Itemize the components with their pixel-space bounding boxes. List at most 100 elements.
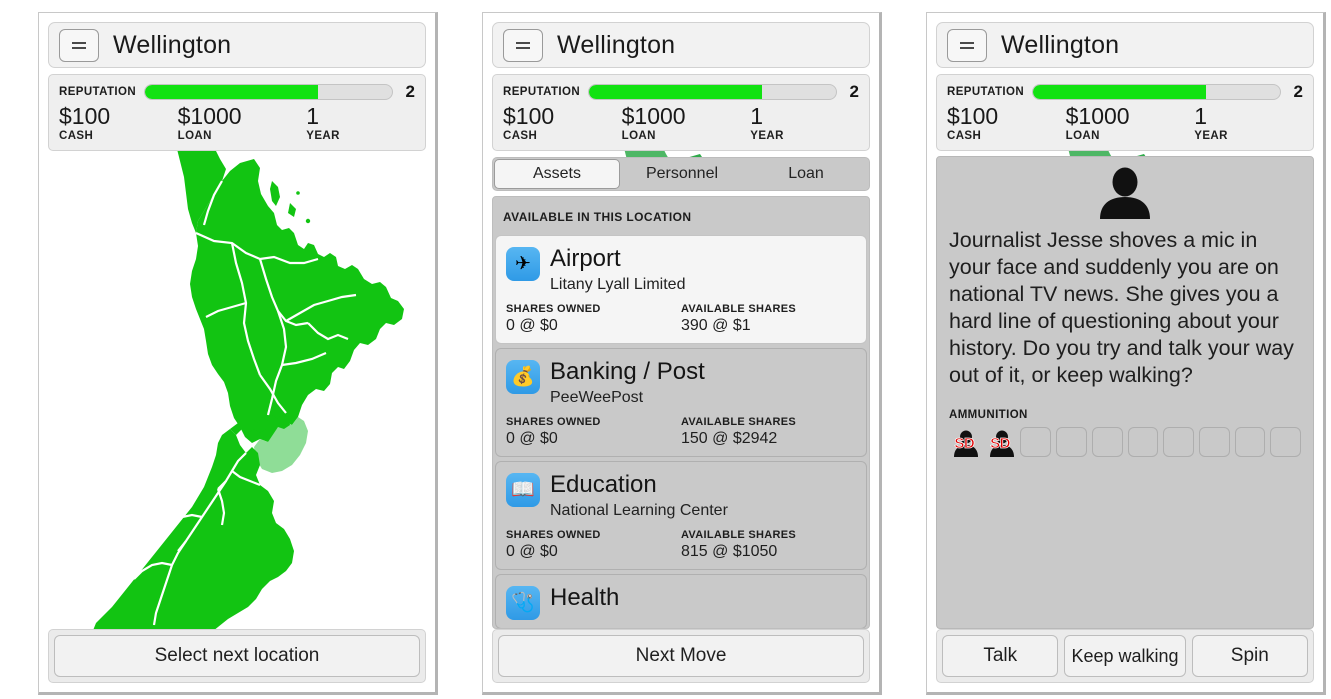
available-shares-label: AVAILABLE SHARES xyxy=(681,303,797,315)
assets-list[interactable]: AVAILABLE IN THIS LOCATION ✈ Airport Lit… xyxy=(492,196,870,629)
ammo-slot-filled[interactable]: SD xyxy=(949,427,980,457)
shares-owned-col: SHARES OWNED 0 @ $0 xyxy=(506,416,681,448)
asset-header: ✈ Airport Litany Lyall Limited xyxy=(506,244,856,296)
asset-card-airport[interactable]: ✈ Airport Litany Lyall Limited SHARES OW… xyxy=(495,235,867,344)
stat-columns: $100 CASH $1000 LOAN 1 YEAR xyxy=(503,103,859,142)
shares-owned-col: SHARES OWNED 0 @ $0 xyxy=(506,303,681,335)
education-glyph: 📖 xyxy=(511,479,535,501)
banking-post-glyph: 💰 xyxy=(511,366,535,388)
reputation-progress-fill xyxy=(1033,84,1206,99)
ammo-slot-empty[interactable] xyxy=(1234,427,1266,457)
reputation-progress-track xyxy=(144,83,393,100)
tab-assets[interactable]: Assets xyxy=(494,159,620,189)
ammo-slot-empty[interactable] xyxy=(1020,427,1052,457)
title-bar-screen3: Wellington xyxy=(936,22,1314,68)
select-next-location-button[interactable]: Select next location xyxy=(54,635,420,677)
avatar-wrap xyxy=(949,167,1301,219)
shares-row: SHARES OWNED 0 @ $0 AVAILABLE SHARES 390… xyxy=(506,303,856,335)
airport-icon: ✈ xyxy=(506,247,540,281)
loan-label: LOAN xyxy=(1065,130,1100,142)
available-shares-label: AVAILABLE SHARES xyxy=(681,529,797,541)
cash-value: $100 xyxy=(59,103,111,129)
reputation-progress-fill xyxy=(589,84,762,99)
available-shares-col: AVAILABLE SHARES 150 @ $2942 xyxy=(681,416,856,448)
reputation-label: REPUTATION xyxy=(503,85,581,98)
three-screen-layout: Wellington REPUTATION 2 $100 CASH $1000 … xyxy=(0,0,1331,699)
ammo-slot-empty[interactable] xyxy=(1198,427,1230,457)
new-zealand-map[interactable] xyxy=(39,151,435,629)
stat-year: 1 YEAR xyxy=(740,103,859,142)
event-panel: Journalist Jesse shoves a mic in your fa… xyxy=(936,156,1314,629)
ammo-slot-filled[interactable]: SD xyxy=(985,427,1016,457)
ammo-slot-empty[interactable] xyxy=(1091,427,1123,457)
airport-glyph: ✈ xyxy=(515,253,531,275)
health-glyph: 🩺 xyxy=(511,592,535,614)
ammo-badge: SD xyxy=(954,435,975,453)
reputation-value: 2 xyxy=(1293,81,1303,101)
tab-personnel[interactable]: Personnel xyxy=(620,159,744,189)
asset-names: Banking / Post PeeWeePost xyxy=(550,357,856,409)
page-title: Wellington xyxy=(113,30,232,59)
stats-bar-screen3: REPUTATION 2 $100 CASH $1000 LOAN 1 YEAR xyxy=(936,74,1314,151)
hamburger-icon[interactable] xyxy=(59,28,99,62)
available-shares-col: AVAILABLE SHARES 815 @ $1050 xyxy=(681,529,856,561)
asset-company: PeeWeePost xyxy=(550,389,644,406)
loan-value: $1000 xyxy=(621,103,686,129)
reputation-progress-track xyxy=(588,83,837,100)
spin-button[interactable]: Spin xyxy=(1191,635,1309,677)
year-label: YEAR xyxy=(306,130,340,142)
tab-loan[interactable]: Loan xyxy=(744,159,868,189)
asset-names: Education National Learning Center xyxy=(550,470,856,522)
shares-owned-label: SHARES OWNED xyxy=(506,416,601,428)
asset-card-banking-post[interactable]: 💰 Banking / Post PeeWeePost SHARES OWNED… xyxy=(495,348,867,457)
reputation-row: REPUTATION 2 xyxy=(59,82,415,101)
stat-loan: $1000 LOAN xyxy=(1066,103,1185,142)
asset-names: Health xyxy=(550,583,856,612)
reputation-label: REPUTATION xyxy=(59,85,137,98)
hamburger-icon[interactable] xyxy=(947,28,987,62)
reputation-row: REPUTATION 2 xyxy=(947,82,1303,101)
shares-owned-label: SHARES OWNED xyxy=(506,529,601,541)
reputation-label: REPUTATION xyxy=(947,85,1025,98)
reputation-progress-track xyxy=(1032,83,1281,100)
year-value: 1 xyxy=(306,103,320,129)
asset-title: Airport xyxy=(550,245,621,272)
stat-loan: $1000 LOAN xyxy=(622,103,741,142)
map-svg xyxy=(93,151,404,629)
cash-value: $100 xyxy=(947,103,999,129)
page-title: Wellington xyxy=(557,30,676,59)
stat-cash: $100 CASH xyxy=(503,103,622,142)
asset-card-education[interactable]: 📖 Education National Learning Center SHA… xyxy=(495,461,867,570)
action-bar-screen3: Talk Keep walking Spin xyxy=(936,629,1314,683)
section-header: AVAILABLE IN THIS LOCATION xyxy=(503,210,692,224)
title-bar-screen1: Wellington xyxy=(48,22,426,68)
cash-value: $100 xyxy=(503,103,555,129)
keep-walking-button[interactable]: Keep walking xyxy=(1064,635,1186,677)
talk-button[interactable]: Talk xyxy=(942,635,1059,677)
event-description: Journalist Jesse shoves a mic in your fa… xyxy=(949,228,1294,387)
ammo-slot-empty[interactable] xyxy=(1163,427,1194,457)
stats-bar-screen1: REPUTATION 2 $100 CASH $1000 LOAN 1 YEAR xyxy=(48,74,426,151)
ammo-slot-empty[interactable] xyxy=(1056,427,1087,457)
year-value: 1 xyxy=(750,103,764,129)
asset-header: 💰 Banking / Post PeeWeePost xyxy=(506,357,856,409)
asset-card-health[interactable]: 🩺 Health xyxy=(495,574,867,628)
stat-year: 1 YEAR xyxy=(296,103,415,142)
asset-title: Banking / Post xyxy=(550,358,705,385)
available-shares-value: 815 @ $1050 xyxy=(681,543,778,560)
ammo-slot-empty[interactable] xyxy=(1270,427,1302,457)
health-icon: 🩺 xyxy=(506,586,540,620)
title-bar-screen2: Wellington xyxy=(492,22,870,68)
action-bar-screen1: Select next location xyxy=(48,629,426,683)
hamburger-icon[interactable] xyxy=(503,28,543,62)
next-move-button[interactable]: Next Move xyxy=(498,635,864,677)
year-label: YEAR xyxy=(750,130,784,142)
reputation-value: 2 xyxy=(405,81,415,101)
available-shares-value: 390 @ $1 xyxy=(681,317,751,334)
reputation-progress-fill xyxy=(145,84,318,99)
stat-columns: $100 CASH $1000 LOAN 1 YEAR xyxy=(947,103,1303,142)
asset-names: Airport Litany Lyall Limited xyxy=(550,244,856,296)
cash-label: CASH xyxy=(503,130,538,142)
available-shares-col: AVAILABLE SHARES 390 @ $1 xyxy=(681,303,856,335)
ammo-slot-empty[interactable] xyxy=(1127,427,1159,457)
